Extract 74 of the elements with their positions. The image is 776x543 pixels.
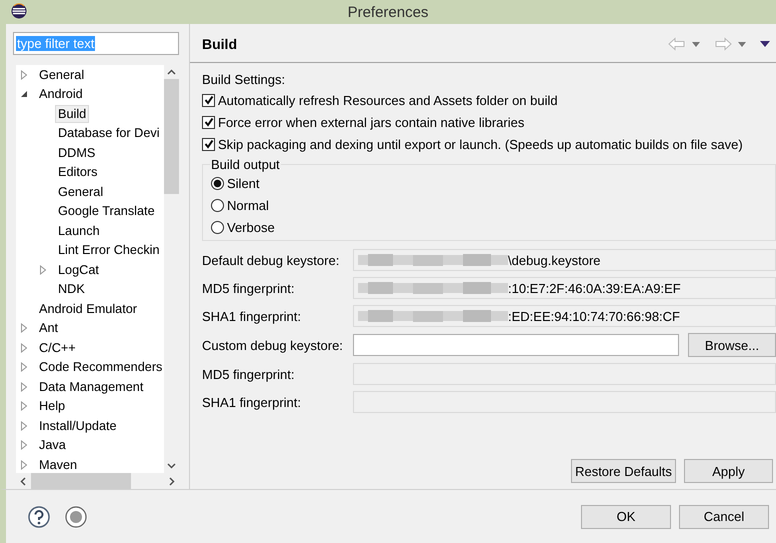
tree-item[interactable]: C/C++ [36,338,79,357]
expand-arrow-icon[interactable] [20,70,28,80]
option-label: Force error when external jars contain native libraries [218,114,524,130]
help-icon[interactable] [28,506,50,528]
filter-text: type filter text [16,36,96,51]
expand-arrow-icon[interactable] [20,401,28,412]
tree-item[interactable]: Build [55,104,90,123]
forward-arrow-icon[interactable] [714,37,732,51]
tree-item[interactable]: Lint Error Checkin [55,241,163,260]
expand-arrow-icon[interactable] [20,323,28,334]
apply-button[interactable]: Apply [684,459,773,483]
dropdown-icon[interactable] [692,42,700,46]
field-label: Default debug keystore: [202,252,340,268]
record-icon[interactable] [65,506,87,528]
tree-item[interactable]: Install/Update [36,416,120,435]
expand-arrow-icon[interactable] [20,460,28,470]
field-label: SHA1 fingerprint: [202,394,302,410]
field-label: MD5 fingerprint: [202,280,296,296]
option-label: Silent [227,176,260,190]
tree-item[interactable]: LogCat [55,260,102,279]
option-label: Verbose [227,220,275,234]
dropdown-icon[interactable] [738,42,746,46]
cancel-button[interactable]: Cancel [679,504,769,528]
tree-item[interactable]: Android [36,85,86,104]
tree-item[interactable]: General [55,182,106,201]
restore-defaults-button[interactable]: Restore Defaults [571,459,676,483]
radio-button[interactable] [211,176,224,190]
option-label: Automatically refresh Resources and Assets folder on build [218,92,558,108]
tree-item[interactable]: Editors [55,163,100,182]
ok-button[interactable]: OK [581,504,671,528]
checkbox[interactable] [202,94,215,106]
radio-button[interactable] [211,220,224,234]
checkbox[interactable] [202,116,215,128]
tree-item[interactable]: Google Translate [55,202,158,220]
scrollbar-thumb[interactable] [31,473,131,490]
tree-item[interactable]: Maven [36,456,80,473]
browse-button[interactable]: Browse... [688,333,776,357]
tree-item[interactable]: Launch [55,222,103,240]
option-label: Skip packaging and dexing until export or launch. (Speeds up automatic builds on file save) [218,136,743,152]
collapse-arrow-icon[interactable] [20,90,28,98]
expand-arrow-icon[interactable] [39,264,47,275]
tree-item[interactable]: Android Emulator [36,300,140,318]
page-title: Build [202,36,237,52]
field-label: Custom debug keystore: [202,338,344,352]
expand-arrow-icon[interactable] [20,342,28,353]
scrollbar-thumb[interactable] [164,79,179,194]
tree-item[interactable]: General [36,66,88,84]
tree-item[interactable]: NDK [55,280,88,298]
app-logo-icon [11,2,27,18]
expand-arrow-icon[interactable] [20,382,28,392]
checkbox[interactable] [202,138,215,150]
expand-arrow-icon[interactable] [20,362,28,372]
field-value: :ED:EE:94:10:74:70:66:98:CF [508,308,680,324]
tree-item[interactable]: Java [36,436,69,454]
window-title: Preferences [348,4,428,20]
tree-item[interactable]: Ant [36,319,62,338]
tree-item[interactable]: Database for Devi [55,124,163,142]
view-menu-icon[interactable] [760,41,770,47]
back-arrow-icon[interactable] [668,37,686,51]
radio-button[interactable] [211,198,224,212]
option-label: Normal [227,198,269,212]
tree-item[interactable]: Code Recommenders [36,358,164,376]
expand-arrow-icon[interactable] [20,420,28,431]
tree-item[interactable]: DDMS [55,144,98,162]
tree-item[interactable]: Help [36,397,68,416]
field-label: SHA1 fingerprint: [202,308,302,324]
field-label: MD5 fingerprint: [202,366,296,382]
section-label: Build Settings: [202,70,286,89]
expand-arrow-icon[interactable] [20,440,28,450]
group-title: Build output [210,157,281,172]
field-value: :10:E7:2F:46:0A:39:EA:A9:EF [508,280,681,296]
input-field[interactable] [353,334,679,356]
tree-item[interactable]: Data Management [36,378,146,396]
field-value: \debug.keystore [508,252,601,268]
